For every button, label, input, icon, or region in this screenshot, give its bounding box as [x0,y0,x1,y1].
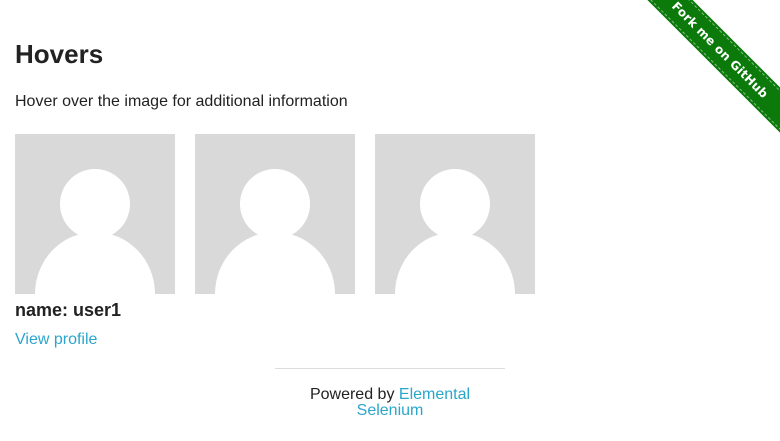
page-title: Hovers [15,39,104,69]
footer-link-line1: Elemental [398,386,471,403]
fork-ribbon-label: Fork me on GitHub [669,0,771,101]
user-avatar-icon [15,134,175,294]
footer-prefix: Powered by [309,386,399,403]
page-subtitle: Hover over the image for additional info… [15,93,348,110]
user-avatar-icon [375,134,535,294]
user-figure-3[interactable] [375,134,535,294]
view-profile-link[interactable]: View profile [15,330,97,350]
page-footer: Powered by Elemental Selenium [290,387,490,419]
user-figure-2[interactable] [195,134,355,294]
fork-ribbon[interactable]: Fork me on GitHub [631,0,780,149]
user-figure-1[interactable] [15,134,175,294]
user1-caption-name: name: user1 [15,300,122,320]
fork-ribbon-band[interactable]: Fork me on GitHub [632,0,780,138]
footer-divider [275,368,505,369]
user-avatar-icon [195,134,355,294]
footer-link-line2: Selenium [356,402,424,419]
